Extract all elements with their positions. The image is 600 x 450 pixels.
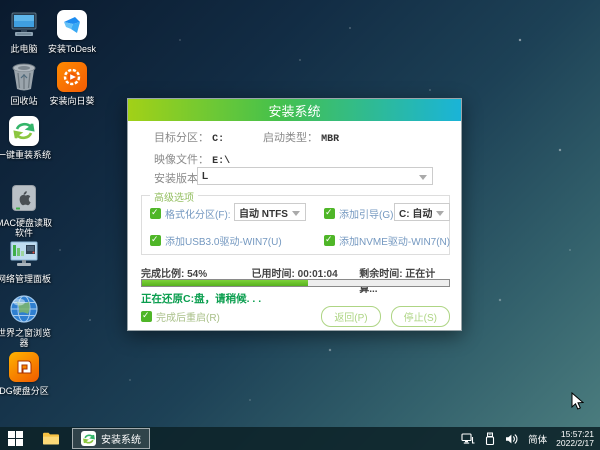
advanced-options-group: 高级选项 格式化分区(F): 自动 NTFS 添加引导(G): C: 自动 添加…: [141, 189, 450, 255]
desktop-icon-todesk[interactable]: 安装ToDesk: [44, 8, 100, 54]
world-browser-icon: [7, 292, 41, 326]
chevron-down-icon: [419, 175, 427, 180]
reinstall-system-icon: [7, 114, 41, 148]
file-explorer-button[interactable]: [36, 427, 66, 450]
windows-logo-icon: [7, 431, 23, 446]
clock-date: 2022/2/17: [556, 437, 594, 448]
checkbox-checked-icon[interactable]: [150, 234, 161, 246]
mouse-cursor: [571, 391, 585, 416]
nvme-driver-label: 添加NVME驱动-WIN7(N): [339, 237, 451, 248]
boot-type-value: MBR: [321, 134, 340, 145]
recycle-bin-icon: [7, 60, 41, 94]
system-tray: 简体 15:57:21 2022/2/17: [457, 427, 600, 450]
format-partition-value: 自动 NTFS: [239, 208, 288, 220]
dialog-title: 安装系统: [128, 99, 461, 121]
folder-icon: [43, 432, 59, 445]
dialog-bottom-row: 完成后重启(R) 返回(P) 停止(S): [141, 306, 450, 327]
desktop-icon-label: 世界之窗浏览器: [0, 328, 51, 348]
volume-tray-icon[interactable]: [501, 427, 523, 450]
taskbar-clock[interactable]: 15:57:21 2022/2/17: [552, 429, 600, 448]
stop-button[interactable]: 停止(S): [390, 306, 450, 327]
start-button[interactable]: [0, 427, 30, 450]
install-version-select[interactable]: L: [197, 167, 433, 185]
restart-label: 完成后重启(R): [156, 313, 220, 324]
network-tray-icon[interactable]: [457, 427, 479, 450]
desktop-icon-label: MAC硬盘读取软件: [0, 218, 52, 238]
status-text: 正在还原C:盘，请稍候. . .: [141, 293, 262, 305]
desktop-icon-reinstall[interactable]: 一键重装系统: [0, 114, 52, 160]
image-file-row: 映像文件： E:\: [154, 151, 230, 167]
nvme-driver-option[interactable]: 添加NVME驱动-WIN7(N): [324, 233, 450, 248]
desktop-icon-mac-disk[interactable]: MAC硬盘读取软件: [0, 182, 52, 238]
format-partition-option[interactable]: 格式化分区(F):: [150, 206, 231, 221]
chevron-down-icon: [436, 211, 444, 216]
taskbar-app-install-system[interactable]: 安装系统: [72, 428, 150, 449]
install-system-app-icon: [81, 431, 96, 446]
ime-indicator[interactable]: 简体: [523, 432, 552, 446]
install-version-value: L: [202, 170, 209, 182]
usb3-driver-label: 添加USB3.0驱动-WIN7(U): [165, 237, 282, 248]
checkbox-checked-icon[interactable]: [150, 207, 161, 219]
desktop-icon-sunflower[interactable]: 安装向日葵: [44, 60, 100, 106]
progress-bar: [141, 279, 450, 287]
desktop-icon-browser[interactable]: 世界之窗浏览器: [0, 292, 52, 348]
taskbar-app-label: 安装系统: [101, 435, 141, 446]
network-panel-icon: [7, 238, 41, 272]
boot-type-label: 启动类型：: [263, 132, 318, 144]
desktop-icon-label: DG硬盘分区: [0, 386, 49, 396]
todesk-icon: [55, 8, 89, 42]
usb3-driver-option[interactable]: 添加USB3.0驱动-WIN7(U): [150, 233, 282, 248]
desktop-icon-dg-partition[interactable]: DG硬盘分区: [0, 350, 52, 396]
usb-tray-icon[interactable]: [479, 427, 501, 450]
desktop-icon-network-panel[interactable]: 网络管理面板: [0, 238, 52, 284]
checkbox-checked-icon[interactable]: [324, 207, 335, 219]
add-boot-select[interactable]: C: 自动: [394, 203, 450, 221]
desktop-icon-label: 安装向日葵: [49, 96, 95, 106]
target-partition-value: C:: [212, 134, 225, 145]
format-partition-select[interactable]: 自动 NTFS: [234, 203, 306, 221]
image-file-value: E:\: [212, 156, 231, 167]
desktop-icon-label: 网络管理面板: [0, 274, 51, 284]
image-file-label: 映像文件：: [154, 154, 209, 166]
format-partition-label: 格式化分区(F):: [165, 210, 231, 221]
checkbox-checked-icon[interactable]: [141, 310, 152, 322]
mac-disk-icon: [7, 182, 41, 216]
progress-bar-fill: [142, 280, 308, 286]
restart-after-complete-option[interactable]: 完成后重启(R): [141, 309, 220, 324]
desktop-icon-label: 一键重装系统: [0, 150, 51, 160]
install-system-dialog: 安装系统 目标分区： C: 启动类型： MBR 映像文件： E:\ 安装版本： …: [127, 98, 462, 331]
boot-type-row: 启动类型： MBR: [263, 129, 339, 145]
add-boot-value: C: 自动: [399, 208, 433, 220]
taskbar: 安装系统 简体 15:57:21 2022/2/17: [0, 427, 600, 450]
add-boot-option[interactable]: 添加引导(G):: [324, 206, 396, 221]
advanced-options-legend: 高级选项: [150, 189, 198, 204]
sunflower-icon: [55, 60, 89, 94]
target-partition-label: 目标分区：: [154, 132, 209, 144]
back-button[interactable]: 返回(P): [321, 306, 381, 327]
chevron-down-icon: [292, 211, 300, 216]
add-boot-label: 添加引导(G):: [339, 210, 397, 221]
this-pc-icon: [7, 8, 41, 42]
dg-partition-icon: [7, 350, 41, 384]
checkbox-checked-icon[interactable]: [324, 234, 335, 246]
target-partition-row: 目标分区： C:: [154, 129, 224, 145]
desktop-icon-label: 安装ToDesk: [47, 44, 96, 54]
